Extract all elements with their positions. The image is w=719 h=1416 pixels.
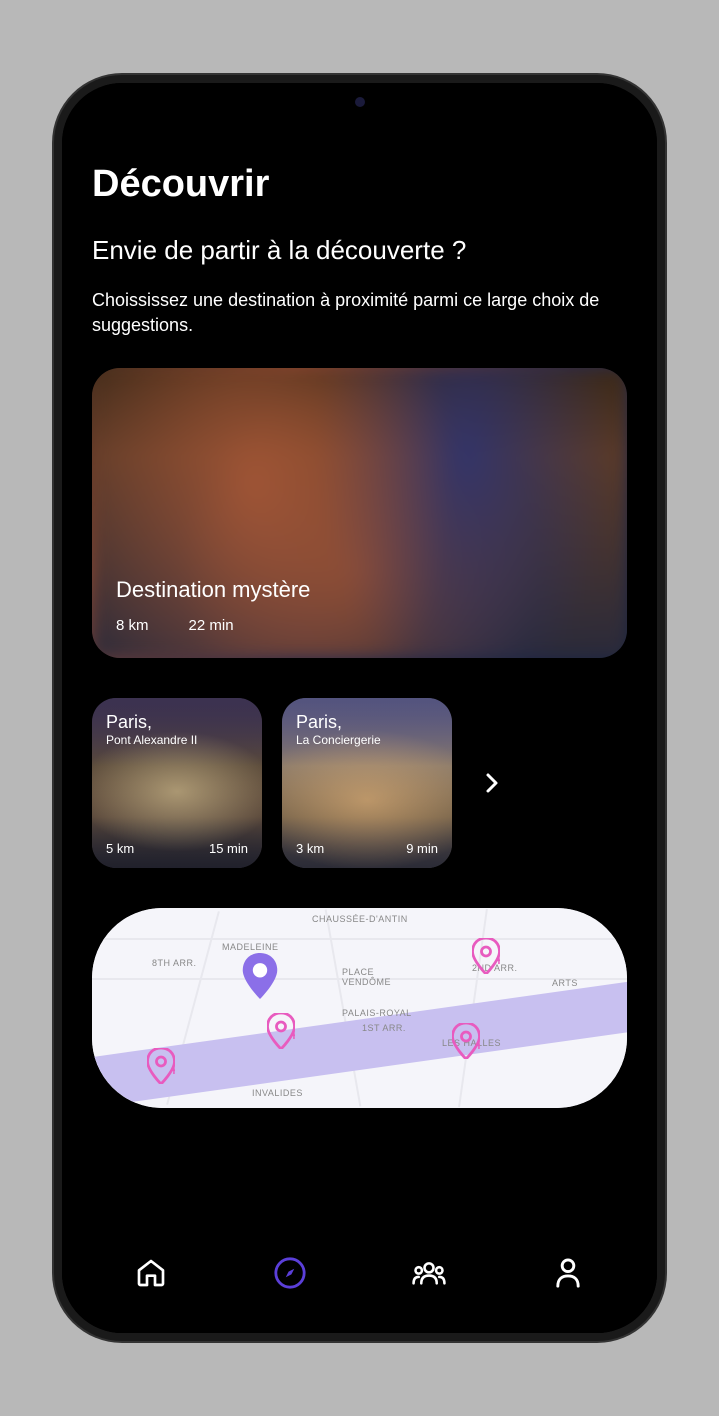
card-duration: 15 min (209, 841, 248, 856)
nav-home[interactable] (131, 1253, 171, 1293)
home-icon (135, 1257, 167, 1289)
nav-groups[interactable] (409, 1253, 449, 1293)
hero-title: Destination mystère (116, 577, 310, 603)
page-description: Choississez une destination à proximité … (92, 288, 627, 338)
map-label: CHAUSSÉE-D'ANTIN (312, 914, 408, 924)
svg-text:+: + (475, 1038, 480, 1053)
destination-card[interactable]: Paris, Pont Alexandre II 5 km 15 min (92, 698, 262, 868)
nav-profile[interactable] (548, 1253, 588, 1293)
map-label: PALAIS-ROYAL (342, 1008, 412, 1018)
map-pin-icon: + (472, 938, 500, 974)
map-preview[interactable]: CHAUSSÉE-D'ANTIN MADELEINE 8TH ARR. PLAC… (92, 908, 627, 1108)
people-icon (411, 1257, 447, 1289)
phone-frame: Découvrir Envie de partir à la découvert… (62, 83, 657, 1333)
destination-cards-row: Paris, Pont Alexandre II 5 km 15 min Par… (92, 698, 627, 868)
card-place: La Conciergerie (296, 733, 381, 747)
map-label: INVALIDES (252, 1088, 303, 1098)
map-label: MADELEINE (222, 942, 279, 952)
destination-card[interactable]: Paris, La Conciergerie 3 km 9 min (282, 698, 452, 868)
map-pin-main-icon (242, 953, 278, 999)
bottom-nav (62, 1233, 657, 1333)
map-label: PLACEVENDÔME (342, 968, 391, 988)
card-place: Pont Alexandre II (106, 733, 197, 747)
svg-text:+: + (290, 1028, 295, 1043)
card-city: Paris, (106, 712, 197, 733)
svg-text:+: + (495, 953, 500, 968)
card-distance: 5 km (106, 841, 134, 856)
card-distance: 3 km (296, 841, 324, 856)
page-subtitle: Envie de partir à la découverte ? (92, 234, 627, 268)
map-pin-icon: + (452, 1023, 480, 1059)
map-label: 8TH ARR. (152, 958, 197, 968)
card-city: Paris, (296, 712, 381, 733)
nav-discover[interactable] (270, 1253, 310, 1293)
person-icon (553, 1257, 583, 1289)
hero-destination-card[interactable]: Destination mystère 8 km 22 min (92, 368, 627, 658)
app-screen: Découvrir Envie de partir à la découvert… (62, 83, 657, 1333)
map-label: 1ST ARR. (362, 1023, 406, 1033)
next-cards-button[interactable] (472, 763, 512, 803)
compass-icon (273, 1256, 307, 1290)
phone-notch (275, 83, 445, 113)
page-title: Découvrir (92, 163, 627, 206)
map-pin-icon: + (267, 1013, 295, 1049)
chevron-right-icon (484, 771, 500, 795)
hero-duration: 22 min (189, 617, 234, 634)
map-pin-icon: + (147, 1048, 175, 1084)
hero-distance: 8 km (116, 617, 149, 634)
card-duration: 9 min (406, 841, 438, 856)
svg-text:+: + (170, 1063, 175, 1078)
map-label: ARTS (552, 978, 578, 988)
